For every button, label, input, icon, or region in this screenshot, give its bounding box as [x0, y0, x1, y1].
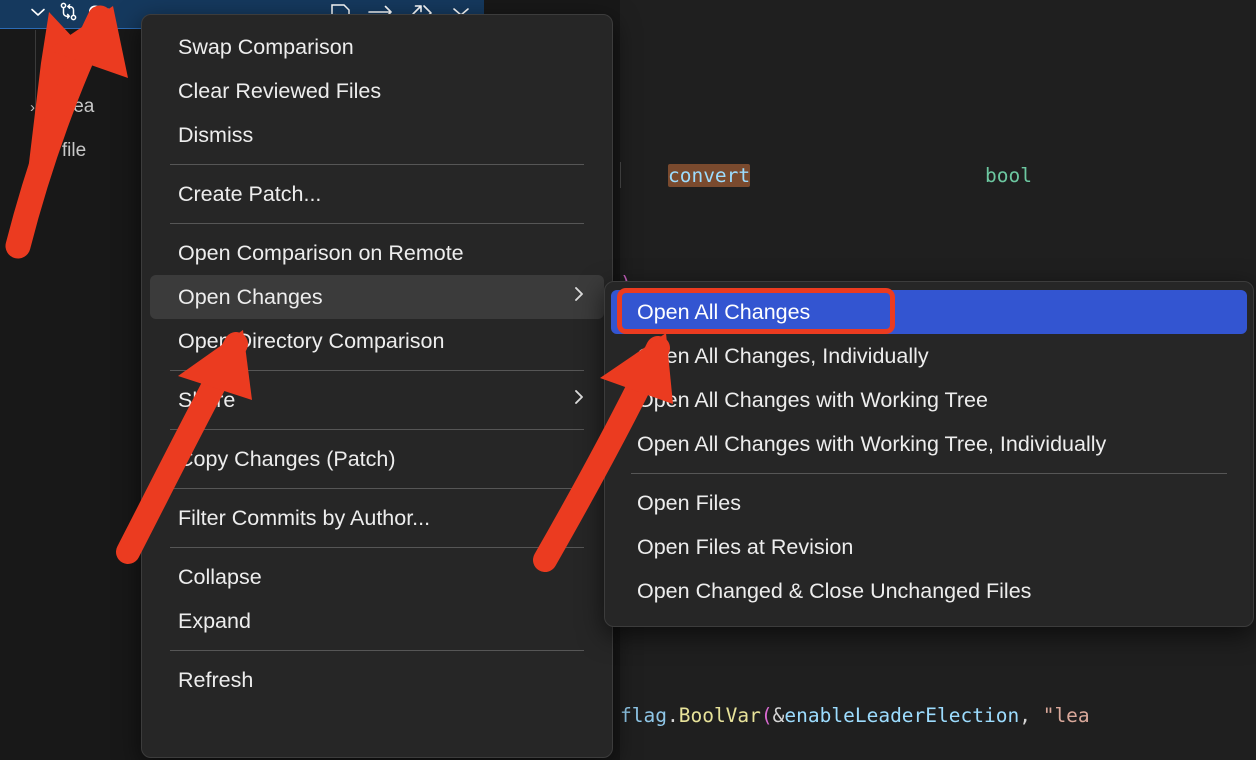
menu-item-open-directory-comparison[interactable]: Open Directory Comparison	[150, 319, 604, 363]
menu-item-label: Clear Reviewed Files	[178, 78, 382, 103]
menu-item-label: Open Directory Comparison	[178, 328, 445, 353]
submenu-item-label: Open Changed & Close Unchanged Files	[637, 578, 1032, 603]
menu-item-label: Swap Comparison	[178, 34, 354, 59]
menu-item-clear-reviewed-files[interactable]: Clear Reviewed Files	[150, 69, 604, 113]
menu-item-label: Open Changes	[178, 284, 323, 309]
menu-item-label: Refresh	[178, 667, 254, 692]
menu-item-expand[interactable]: Expand	[150, 599, 604, 643]
submenu-separator	[631, 473, 1227, 474]
menu-item-swap-comparison[interactable]: Swap Comparison	[150, 25, 604, 69]
submenu-item-open-all-changes-with-working-tree-individually[interactable]: Open All Changes with Working Tree, Indi…	[611, 422, 1247, 466]
list-item[interactable]: ehi	[46, 52, 71, 74]
tree-item-label: 2 file	[46, 140, 87, 161]
screen-root: convert bool ) flag.StringVar(&metricsAd…	[0, 0, 1256, 760]
submenu-item-open-files-at-revision[interactable]: Open Files at Revision	[611, 525, 1247, 569]
submenu-item-open-all-changes[interactable]: Open All Changes	[611, 290, 1247, 334]
submenu-item-open-files[interactable]: Open Files	[611, 481, 1247, 525]
menu-item-open-changes[interactable]: Open Changes	[150, 275, 604, 319]
chevron-right-icon[interactable]: ›	[30, 99, 44, 116]
menu-separator	[170, 650, 584, 651]
submenu-item-open-changed-close-unchanged-files[interactable]: Open Changed & Close Unchanged Files	[611, 569, 1247, 613]
chevron-right-icon	[572, 284, 586, 310]
tree-row-label: Co	[88, 3, 113, 24]
code-line: convert bool	[620, 158, 1256, 194]
menu-separator	[170, 429, 584, 430]
git-compare-icon	[58, 1, 80, 28]
menu-separator	[170, 370, 584, 371]
menu-item-label: Dismiss	[178, 122, 254, 147]
menu-separator	[170, 488, 584, 489]
tree-item-label: ehi	[46, 52, 72, 73]
context-menu[interactable]: Swap Comparison Clear Reviewed Files Dis…	[141, 14, 613, 758]
menu-separator	[170, 547, 584, 548]
menu-item-label: Expand	[178, 608, 251, 633]
menu-separator	[170, 164, 584, 165]
menu-separator	[170, 223, 584, 224]
menu-item-collapse[interactable]: Collapse	[150, 555, 604, 599]
open-changes-submenu[interactable]: Open All Changes Open All Changes, Indiv…	[604, 281, 1254, 627]
submenu-item-label: Open All Changes, Individually	[637, 343, 929, 368]
submenu-item-label: Open All Changes with Working Tree, Indi…	[637, 431, 1107, 456]
list-item[interactable]: › Ahea	[30, 96, 94, 118]
menu-item-label: Share	[178, 387, 236, 412]
menu-item-dismiss[interactable]: Dismiss	[150, 113, 604, 157]
menu-item-open-comparison-on-remote[interactable]: Open Comparison on Remote	[150, 231, 604, 275]
menu-item-refresh[interactable]: Refresh	[150, 658, 604, 702]
menu-item-label: Create Patch...	[178, 181, 322, 206]
code-line: flag.BoolVar(&enableLeaderElection, "lea	[620, 704, 1090, 727]
menu-item-filter-commits-by-author[interactable]: Filter Commits by Author...	[150, 496, 604, 540]
submenu-item-label: Open All Changes	[637, 299, 811, 324]
menu-item-label: Collapse	[178, 564, 262, 589]
menu-item-label: Filter Commits by Author...	[178, 505, 431, 530]
menu-item-label: Open Comparison on Remote	[178, 240, 464, 265]
chevron-right-icon	[572, 387, 586, 413]
chevron-down-icon[interactable]	[28, 2, 48, 27]
menu-item-create-patch[interactable]: Create Patch...	[150, 172, 604, 216]
submenu-item-label: Open Files	[637, 490, 741, 515]
submenu-item-open-all-changes-with-working-tree[interactable]: Open All Changes with Working Tree	[611, 378, 1247, 422]
tree-item-label: Ahea	[50, 96, 95, 117]
menu-item-label: Copy Changes (Patch)	[178, 446, 396, 471]
list-item[interactable]: 2 file	[46, 140, 86, 162]
submenu-item-open-all-changes-individually[interactable]: Open All Changes, Individually	[611, 334, 1247, 378]
submenu-item-label: Open All Changes with Working Tree	[637, 387, 988, 412]
menu-item-share[interactable]: Share	[150, 378, 604, 422]
submenu-item-label: Open Files at Revision	[637, 534, 854, 559]
menu-item-copy-changes-patch[interactable]: Copy Changes (Patch)	[150, 437, 604, 481]
